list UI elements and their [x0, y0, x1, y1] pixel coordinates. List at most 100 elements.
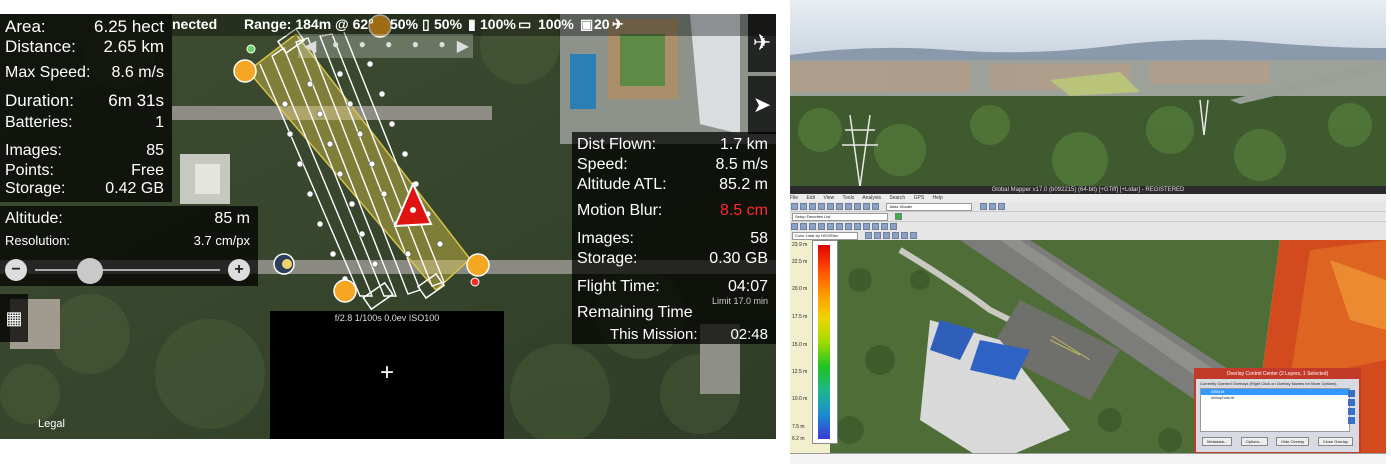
profile-icon[interactable]: [892, 232, 900, 239]
camera-exif: f/2.8 1/100s 0.0ev ISO100: [334, 313, 440, 323]
overlay-item-ortho[interactable]: orthophoto.tif: [1201, 395, 1349, 401]
menu-help[interactable]: Help: [933, 195, 943, 201]
phone-icon: ▯: [422, 16, 430, 32]
toolbar-1: Atlas Shader: [790, 202, 1386, 212]
favorites-select[interactable]: Setup Favorites List: [792, 213, 888, 221]
signal-strength-2: 100%: [538, 16, 574, 32]
save-icon[interactable]: [800, 203, 807, 210]
info-icon[interactable]: [863, 203, 870, 210]
dialog-buttons: Metadata... Options... Hide Overlay Clos…: [1196, 430, 1359, 448]
area-icon[interactable]: [827, 223, 834, 230]
slider-thumb[interactable]: [77, 258, 103, 284]
signal-strength-1: 100%: [480, 16, 516, 32]
aerial-landscape: [790, 0, 1386, 187]
classify-icon[interactable]: [883, 232, 891, 239]
layer-icon[interactable]: [872, 203, 879, 210]
line-icon[interactable]: [818, 223, 825, 230]
digitize-icon[interactable]: [791, 223, 798, 230]
move-icon[interactable]: [854, 223, 861, 230]
path-icon[interactable]: [988, 203, 996, 210]
takeoff-icon[interactable]: ✈: [748, 14, 776, 72]
elev-tick-3: 17.5 m: [792, 314, 808, 320]
elev-tick-8: 6.2 m: [792, 436, 805, 442]
satellite-count: 20: [594, 16, 610, 32]
move-up-icon[interactable]: [1348, 399, 1355, 406]
point-icon[interactable]: [836, 223, 843, 230]
edit-icon[interactable]: [800, 223, 807, 230]
attribute-icon[interactable]: [881, 223, 888, 230]
delete-icon[interactable]: [872, 223, 879, 230]
feature-icon[interactable]: [809, 223, 816, 230]
waypoint-nav: ◀ ● ● ● ● ● ▶: [298, 34, 473, 58]
elev-tick-7: 7.5 m: [792, 424, 805, 430]
slider-track[interactable]: [35, 269, 220, 271]
signal-icon: ▮: [468, 16, 476, 32]
close-overlay-button[interactable]: Close Overlay: [1317, 437, 1353, 446]
bottom-scale-ruler: [790, 453, 1386, 464]
window-title: Global Mapper v17.0 (b092215) (64-bit) […: [790, 186, 1386, 194]
measure-icon[interactable]: [854, 203, 861, 210]
lidar-icon[interactable]: [865, 232, 873, 239]
crosshair-icon: +: [379, 359, 394, 386]
flight-time-limit: Limit 17.0 min: [711, 296, 768, 306]
satellite-icon: ✈: [612, 16, 624, 32]
zoom-in-icon[interactable]: [818, 203, 825, 210]
flight-planner-view: nected Range: 184m @ 62° 50% ▯ 50% ▮ 100…: [0, 14, 776, 439]
elev-tick-4: 15.0 m: [792, 342, 808, 348]
shader-select[interactable]: Atlas Shader: [886, 203, 973, 211]
map-layers-icon[interactable]: ▦: [0, 294, 28, 342]
filter-icon[interactable]: [874, 232, 882, 239]
global-mapper-window: Global Mapper v17.0 (b092215) (64-bit) […: [790, 186, 1386, 464]
zoom-out-icon[interactable]: [827, 203, 834, 210]
decrease-altitude-button[interactable]: −: [5, 259, 27, 281]
aerial-photo: [790, 0, 1386, 187]
legal-link[interactable]: Legal: [38, 418, 65, 430]
elev-tick-6: 10.0 m: [792, 396, 808, 402]
next-waypoint-icon[interactable]: ▶: [457, 36, 469, 56]
menu-search[interactable]: Search: [889, 195, 905, 201]
elev-tick-0: 23.9 m: [792, 242, 808, 248]
prev-waypoint-icon[interactable]: ◀: [304, 36, 316, 56]
menu-tools[interactable]: Tools: [843, 195, 855, 201]
grid-icon[interactable]: [901, 232, 909, 239]
increase-altitude-button[interactable]: +: [228, 259, 250, 281]
options-button[interactable]: Options...: [1240, 437, 1268, 446]
menu-file[interactable]: File: [790, 195, 798, 201]
locate-icon[interactable]: ➤: [748, 76, 776, 134]
mission-stats-panel: Area: 6.25 hect Distance: 2.65 km Max Spee…: [0, 14, 172, 202]
text-icon[interactable]: [845, 223, 852, 230]
menu-edit[interactable]: Edit: [806, 195, 815, 201]
menu-gps[interactable]: GPS: [914, 195, 925, 201]
draw-icon[interactable]: [997, 203, 1005, 210]
move-bottom-icon[interactable]: [1348, 417, 1355, 424]
altitude-slider[interactable]: − +: [5, 258, 250, 284]
connection-status: nected: [172, 16, 218, 32]
waypoint-dots: ● ● ● ● ●: [332, 37, 454, 51]
move-down-icon[interactable]: [1348, 408, 1355, 415]
camera-preview[interactable]: f/2.8 1/100s 0.0ev ISO100 +: [270, 311, 504, 439]
menu-view[interactable]: View: [823, 195, 834, 201]
contour-icon[interactable]: [910, 232, 918, 239]
toolbar-2: Setup Favorites List: [790, 212, 1386, 222]
snap-icon[interactable]: [890, 223, 897, 230]
rotate-icon[interactable]: [863, 223, 870, 230]
elevation-legend: [812, 240, 838, 444]
elev-tick-5: 12.5 m: [792, 369, 808, 375]
menu-bar: File Edit View Tools Analysis Search GPS…: [790, 194, 1386, 202]
overlay-list[interactable]: DEM.tif orthophoto.tif: [1200, 388, 1350, 432]
print-icon[interactable]: [809, 203, 816, 210]
overlay-control-center-dialog[interactable]: Overlay Control Center (2 Layers, 1 Sele…: [1194, 368, 1361, 454]
3d-icon[interactable]: [979, 203, 987, 210]
menu-analysis[interactable]: Analysis: [862, 195, 881, 201]
status-bar: nected Range: 184m @ 62° 50% ▯ 50% ▮ 100…: [172, 14, 776, 36]
select-icon[interactable]: [845, 203, 852, 210]
hide-overlay-button[interactable]: Hide Overlay: [1276, 437, 1310, 446]
move-top-icon[interactable]: [1348, 390, 1355, 397]
dialog-hint: Currently Opened Overlays (Right Click o…: [1200, 381, 1337, 386]
lidar-color-select[interactable]: Color Lidar by HSV/Elev: [792, 232, 858, 240]
open-icon[interactable]: [791, 203, 798, 210]
elev-tick-2: 20.0 m: [792, 286, 808, 292]
run-icon[interactable]: [895, 213, 903, 220]
pan-icon[interactable]: [836, 203, 843, 210]
metadata-button[interactable]: Metadata...: [1202, 437, 1233, 446]
